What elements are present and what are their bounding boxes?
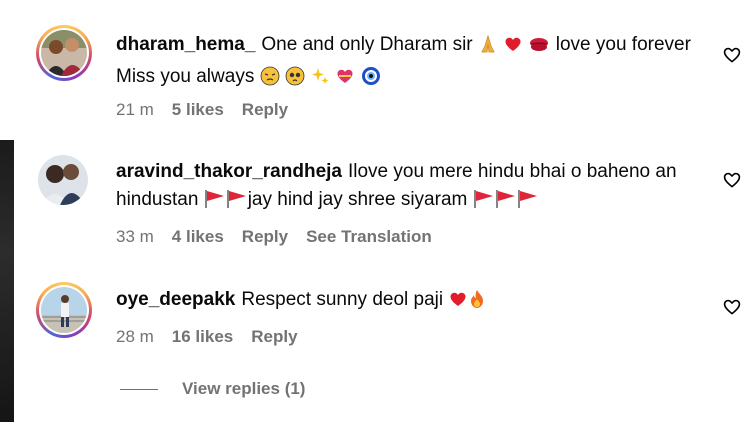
red-flag-emoji xyxy=(226,189,248,218)
heart-icon[interactable] xyxy=(722,45,742,65)
avatar xyxy=(41,287,87,333)
replies-divider-line xyxy=(120,388,158,390)
red-flag-emoji xyxy=(473,189,495,218)
comment-text: One and only Dharam sir xyxy=(261,34,473,55)
folded-hands-emoji xyxy=(478,34,498,63)
comment-text: Respect sunny deol paji xyxy=(241,289,444,310)
background-video-edge xyxy=(0,140,14,422)
comment-meta: 21 m 5 likes Reply xyxy=(116,100,288,120)
avatar-photo xyxy=(41,287,87,333)
username[interactable]: aravind_thakor_randheja xyxy=(116,161,342,182)
pleading-face-emoji xyxy=(285,66,305,95)
view-replies-button[interactable]: View replies (1) xyxy=(120,379,305,399)
view-replies-label: View replies (1) xyxy=(182,379,306,398)
likes-count[interactable]: 4 likes xyxy=(172,227,224,247)
red-heart-emoji xyxy=(503,34,523,63)
avatar-story-ring[interactable] xyxy=(36,25,92,81)
red-flag-emoji xyxy=(495,189,517,218)
kiss-mark-emoji xyxy=(528,34,550,63)
reply-button[interactable]: Reply xyxy=(242,227,288,247)
comment-body: dharam_hema_ One and only Dharam sir love… xyxy=(116,31,696,95)
reply-button[interactable]: Reply xyxy=(251,327,297,347)
avatar-photo xyxy=(38,155,88,205)
comment-meta: 33 m 4 likes Reply See Translation xyxy=(116,227,432,247)
likes-count[interactable]: 16 likes xyxy=(172,327,233,347)
timestamp: 28 m xyxy=(116,327,154,346)
comment-text-continued: jay hind jay shree siyaram xyxy=(247,189,468,210)
nazar-amulet-emoji xyxy=(361,66,381,95)
pensive-face-emoji xyxy=(260,66,280,95)
avatar xyxy=(41,30,87,76)
avatar-story-ring[interactable] xyxy=(36,282,92,338)
heart-with-ribbon-emoji xyxy=(335,66,355,95)
comment-meta: 28 m 16 likes Reply xyxy=(116,327,298,347)
comment-body: aravind_thakor_randheja Ilove you mere hi… xyxy=(116,158,696,218)
heart-icon[interactable] xyxy=(722,297,742,317)
see-translation-button[interactable]: See Translation xyxy=(306,227,432,247)
sparkles-emoji xyxy=(310,66,330,95)
fire-emoji xyxy=(468,289,486,318)
reply-button[interactable]: Reply xyxy=(242,100,288,120)
avatar[interactable] xyxy=(38,155,88,205)
red-flag-emoji xyxy=(517,189,539,218)
comment-body: oye_deepakk Respect sunny deol paji xyxy=(116,286,696,318)
timestamp: 33 m xyxy=(116,227,154,246)
username[interactable]: dharam_hema_ xyxy=(116,34,255,55)
likes-count[interactable]: 5 likes xyxy=(172,100,224,120)
red-heart-emoji xyxy=(448,289,468,318)
timestamp: 21 m xyxy=(116,100,154,119)
red-flag-emoji xyxy=(204,189,226,218)
heart-icon[interactable] xyxy=(722,170,742,190)
avatar-photo xyxy=(41,30,87,76)
username[interactable]: oye_deepakk xyxy=(116,289,235,310)
